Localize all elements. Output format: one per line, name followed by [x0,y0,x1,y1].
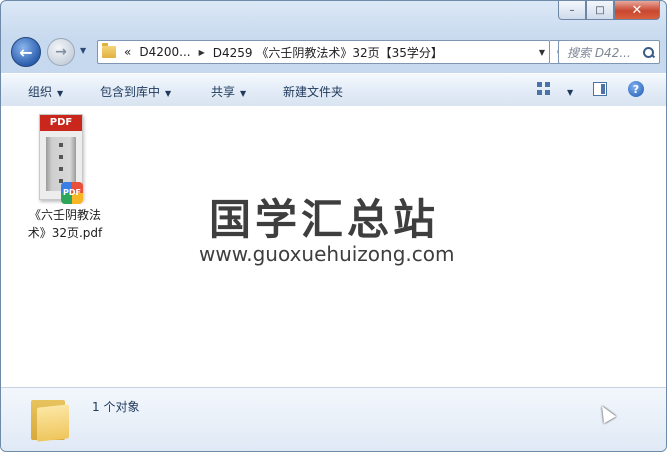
recent-pages-dropdown[interactable]: ▼ [80,46,86,55]
organize-label: 组织 [28,85,53,99]
chevron-down-icon: ▼ [57,89,64,98]
breadcrumb-overflow[interactable]: « [124,45,131,59]
forward-arrow-icon: → [55,44,67,60]
close-button[interactable]: ✕ [614,1,660,20]
include-in-library-menu[interactable]: 包含到库中 ▼ [100,83,171,100]
breadcrumb-parent[interactable]: D4200... [139,45,190,59]
navigation-bar: ← → ▼ « D4200... ▶ D4259 《六壬阴教法术》32页【35学… [1,33,666,67]
search-icon [643,46,654,58]
preview-pane-icon[interactable] [593,82,607,96]
folder-icon [102,43,116,58]
view-options-dropdown[interactable]: ▼ [562,84,573,98]
address-bar[interactable]: « D4200... ▶ D4259 《六壬阴教法术》32页【35学分】 ▼ ⟳ [97,40,575,64]
pdf-app-icon: PDF [61,182,83,204]
new-folder-button[interactable]: 新建文件夹 [283,83,343,100]
address-dropdown-icon[interactable]: ▼ [539,48,545,57]
minimize-button[interactable]: – [558,1,586,20]
include-in-library-label: 包含到库中 [100,85,161,99]
file-item[interactable]: PDF PDF 《六壬阴教法 术》32页.pdf [17,112,113,244]
share-menu[interactable]: 共享 ▼ [211,83,246,100]
maximize-button[interactable]: □ [586,1,614,20]
mouse-cursor-icon [595,402,617,424]
forward-button[interactable]: → [47,38,75,66]
file-name: 《六壬阴教法 术》32页.pdf [17,206,113,242]
file-name-line-2: 术》32页.pdf [27,226,103,240]
watermark-title: 国学汇总站 [209,195,440,244]
pdf-thumbnail-label: PDF [40,115,82,131]
file-list-area[interactable]: PDF PDF 《六壬阴教法 术》32页.pdf 国学汇总站 www.guoxu… [1,106,666,387]
item-count: 1 个对象 [92,400,140,414]
search-box[interactable]: 搜索 D42... [558,40,660,64]
command-bar: 组织 ▼ 包含到库中 ▼ 共享 ▼ 新建文件夹 ▼ ? [1,73,666,107]
chevron-down-icon: ▼ [567,88,574,97]
breadcrumb-separator-icon[interactable]: ▶ [199,48,205,57]
file-name-line-1: 《六壬阴教法 [28,208,101,222]
chevron-down-icon: ▼ [240,89,247,98]
change-view-icon[interactable] [537,82,551,96]
back-arrow-icon: ← [19,42,33,62]
folder-icon [31,396,69,442]
share-label: 共享 [211,85,236,99]
breadcrumb-current[interactable]: D4259 《六壬阴教法术》32页【35学分】 [213,44,443,61]
pdf-badge-label: PDF [63,188,81,197]
search-input[interactable]: 搜索 D42... [567,44,631,61]
organize-menu[interactable]: 组织 ▼ [28,83,63,100]
back-button[interactable]: ← [11,37,41,67]
chevron-down-icon: ▼ [165,89,172,98]
caption-buttons: – □ ✕ [558,1,660,20]
details-pane: 1 个对象 [1,387,666,451]
watermark-url: www.guoxuehuizong.com [199,242,455,266]
explorer-window: – □ ✕ ← → ▼ « D4200... ▶ D4259 《六壬阴教法术》3… [0,0,667,452]
help-icon[interactable]: ? [628,81,644,97]
